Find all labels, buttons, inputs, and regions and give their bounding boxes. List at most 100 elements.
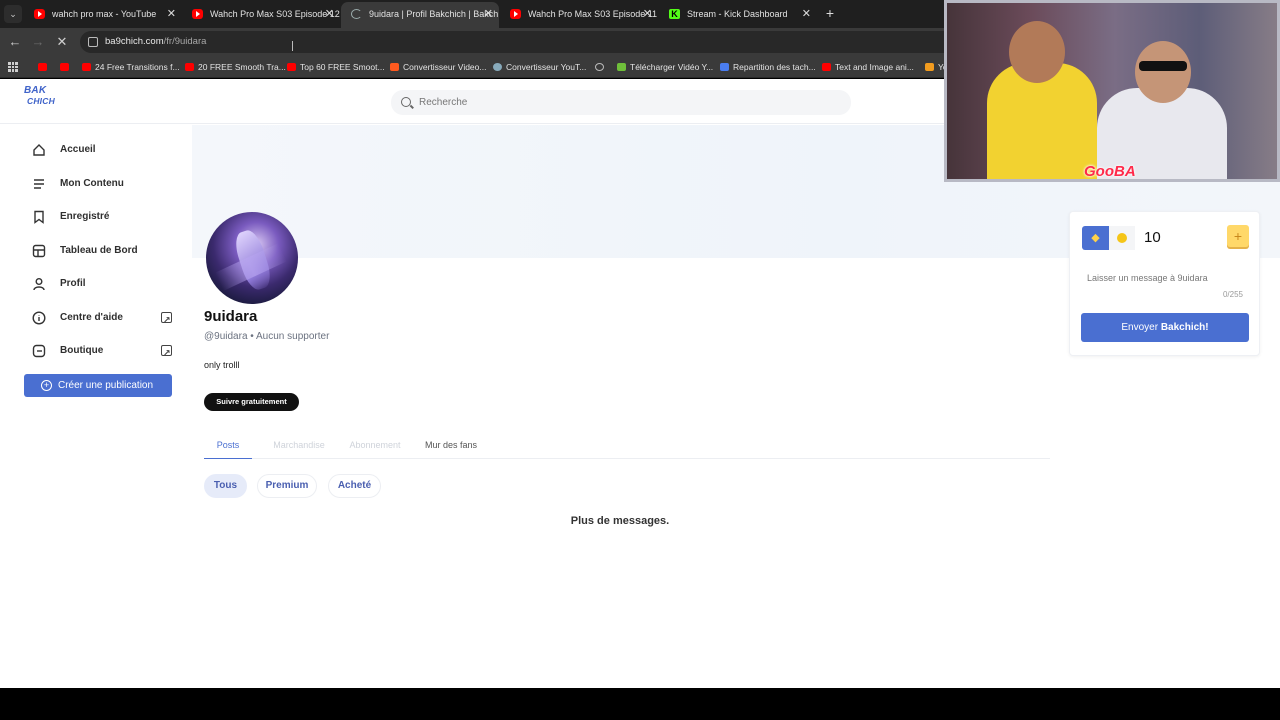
- youtube-icon: [822, 63, 831, 71]
- bookmark-item[interactable]: [60, 56, 73, 78]
- url-host: ba9chich.com: [105, 36, 164, 47]
- back-arrow-icon[interactable]: ←: [6, 34, 24, 50]
- browser-tab[interactable]: Wahch Pro Max S03 Episode 12 ✕: [182, 2, 340, 28]
- search-icon: [401, 97, 411, 107]
- tip-card: ◆ 10 + Laisser un message à 9uidara 0/25…: [1069, 211, 1260, 356]
- loading-icon: [351, 9, 362, 19]
- tab-title: Stream - Kick Dashboard: [687, 9, 788, 19]
- sidebar-item-boutique[interactable]: Boutique: [28, 340, 178, 364]
- bookmark-item[interactable]: [38, 56, 51, 78]
- bookmark-item[interactable]: [595, 56, 608, 78]
- streamer-right-head: [1135, 41, 1191, 103]
- bookmark-item[interactable]: 20 FREE Smooth Tra...: [185, 56, 286, 78]
- url-field[interactable]: ba9chich.com/fr/9uidara: [80, 31, 980, 53]
- tab-posts[interactable]: Posts: [204, 435, 252, 459]
- tip-message-input[interactable]: Laisser un message à 9uidara: [1087, 273, 1208, 283]
- sidebar-item-accueil[interactable]: Accueil: [28, 139, 178, 161]
- youtube-icon: [185, 63, 194, 71]
- bookmark-item[interactable]: Convertisseur YouT...: [493, 56, 586, 78]
- add-amount-button[interactable]: +: [1227, 225, 1249, 247]
- char-counter: 0/255: [1222, 290, 1243, 299]
- bookmark-item[interactable]: Text and Image ani...: [822, 56, 914, 78]
- tab-title: 9uidara | Profil Bakchich | Bakch: [369, 9, 499, 19]
- avatar[interactable]: [206, 212, 298, 304]
- filter-premium[interactable]: Premium: [257, 474, 317, 498]
- youtube-icon: [510, 9, 521, 19]
- tab-abonnement[interactable]: Abonnement: [344, 435, 406, 459]
- search-input[interactable]: Recherche: [391, 90, 851, 115]
- sunglasses: [1139, 61, 1187, 71]
- url-path: /fr/9uidara: [163, 36, 207, 47]
- web-icon: [595, 63, 604, 71]
- dashboard-icon: [32, 244, 46, 258]
- tip-amount[interactable]: 10: [1144, 227, 1161, 249]
- close-tab-icon[interactable]: ✕: [643, 2, 652, 26]
- close-tab-icon[interactable]: ✕: [167, 2, 176, 26]
- bookmark-item[interactable]: Top 60 FREE Smoot...: [287, 56, 385, 78]
- coin-icon[interactable]: [1109, 226, 1135, 250]
- bookmark-item[interactable]: 24 Free Transitions f...: [82, 56, 180, 78]
- profile-tabs: Posts Marchandise Abonnement Mur des fan…: [204, 435, 1050, 459]
- youtube-icon: [287, 63, 296, 71]
- sidebar-item-centre-aide[interactable]: Centre d'aide: [28, 307, 178, 331]
- tab-search-chevron-icon[interactable]: ⌄: [4, 5, 22, 23]
- sidebar-item-enregistre[interactable]: Enregistré: [28, 206, 178, 228]
- external-link-icon: [161, 342, 172, 364]
- stop-loading-icon[interactable]: ✕: [53, 34, 71, 50]
- docs-icon: [720, 63, 729, 71]
- youtube-icon: [34, 9, 45, 19]
- close-tab-icon[interactable]: ✕: [484, 2, 493, 26]
- sidebar-item-mon-contenu[interactable]: Mon Contenu: [28, 173, 178, 195]
- close-tab-icon[interactable]: ✕: [325, 2, 334, 26]
- browser-tab-active[interactable]: 9uidara | Profil Bakchich | Bakch ✕: [341, 2, 499, 28]
- browser-tab[interactable]: Wahch Pro Max S03 Episode 11 ✕: [500, 2, 658, 28]
- sidebar-item-profil[interactable]: Profil: [28, 273, 178, 295]
- browser-tab[interactable]: K Stream - Kick Dashboard ✕: [659, 2, 817, 28]
- menu-icon: [34, 179, 44, 189]
- close-tab-icon[interactable]: ✕: [802, 2, 811, 26]
- bookmark-item[interactable]: Repartition des tach...: [720, 56, 816, 78]
- tab-title: Wahch Pro Max S03 Episode 11: [528, 9, 658, 19]
- create-post-button[interactable]: + Créer une publication: [24, 374, 172, 397]
- profile-name: 9uidara: [204, 308, 258, 325]
- tab-mur-des-fans[interactable]: Mur des fans: [420, 435, 482, 459]
- bookmark-item[interactable]: Télécharger Vidéo Y...: [617, 56, 713, 78]
- streamer-left-head: [1009, 21, 1065, 83]
- apps-grid-icon[interactable]: [8, 62, 18, 72]
- info-icon: [32, 311, 46, 325]
- bookmark-icon: [34, 210, 44, 224]
- download-icon: [617, 63, 626, 71]
- send-bakchich-button[interactable]: Envoyer Bakchich!: [1081, 313, 1249, 342]
- no-more-messages: Plus de messages.: [570, 515, 670, 527]
- filter-achete[interactable]: Acheté: [328, 474, 381, 498]
- youtube-icon: [60, 63, 69, 71]
- tab-marchandise[interactable]: Marchandise: [266, 435, 332, 459]
- bakchich-logo[interactable]: BAK CHICH: [24, 86, 56, 107]
- youtube-icon: [82, 63, 91, 71]
- tab-title: Wahch Pro Max S03 Episode 12: [210, 9, 340, 19]
- follow-free-button[interactable]: Suivre gratuitement: [204, 393, 299, 411]
- plus-circle-icon: +: [41, 380, 52, 391]
- bottom-black-bar: [0, 688, 1280, 720]
- gem-icon[interactable]: ◆: [1082, 226, 1109, 250]
- browser-tab[interactable]: wahch pro max - YouTube ✕: [24, 2, 182, 28]
- tab-title: wahch pro max - YouTube: [52, 9, 157, 19]
- orange-icon: [925, 63, 934, 71]
- filter-tous[interactable]: Tous: [204, 474, 247, 498]
- forward-arrow-icon[interactable]: →: [29, 34, 47, 50]
- youtube-icon: [38, 63, 47, 71]
- bookmark-item[interactable]: Convertisseur Video...: [390, 56, 486, 78]
- youtube-icon: [192, 9, 203, 19]
- text-cursor-icon: [292, 41, 293, 51]
- globe-icon: [493, 63, 502, 71]
- shop-icon: [32, 344, 46, 358]
- webcam-name-tag: GooBA: [1084, 163, 1136, 180]
- profile-handle: @9uidara • Aucun supporter: [204, 331, 330, 342]
- user-icon: [33, 278, 45, 291]
- home-icon: [33, 144, 45, 156]
- new-tab-button[interactable]: +: [822, 4, 838, 22]
- external-link-icon: [161, 309, 172, 331]
- kick-icon: K: [669, 9, 680, 19]
- site-info-icon[interactable]: [88, 37, 98, 47]
- sidebar-item-tableau-de-bord[interactable]: Tableau de Bord: [28, 240, 178, 262]
